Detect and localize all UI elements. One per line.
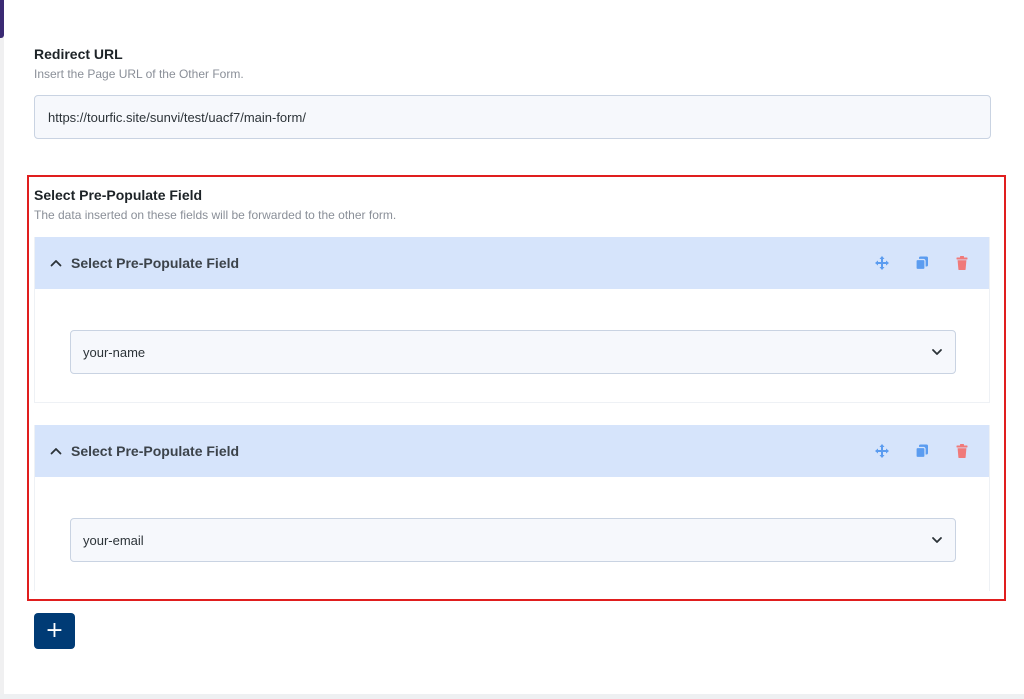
copy-icon[interactable] xyxy=(913,254,931,272)
redirect-url-title: Redirect URL xyxy=(34,46,123,62)
prepopulate-field-select[interactable]: your-email xyxy=(70,518,956,562)
repeater-title: Select Pre-Populate Field xyxy=(71,443,240,459)
prepopulate-description: The data inserted on these fields will b… xyxy=(34,208,397,222)
left-accent xyxy=(0,0,4,38)
prepopulate-field-select[interactable]: your-name xyxy=(70,330,956,374)
left-edge xyxy=(0,0,4,699)
copy-icon[interactable] xyxy=(913,442,931,460)
repeater-header[interactable]: Select Pre-Populate Field xyxy=(35,237,989,289)
repeater-title: Select Pre-Populate Field xyxy=(71,255,240,271)
move-arrows-icon[interactable] xyxy=(873,442,891,460)
redirect-url-description: Insert the Page URL of the Other Form. xyxy=(34,67,244,81)
trash-icon[interactable] xyxy=(953,442,971,460)
chevron-up-icon[interactable] xyxy=(49,444,63,458)
move-arrows-icon[interactable] xyxy=(873,254,891,272)
bottom-edge xyxy=(0,694,1024,699)
select-value: your-email xyxy=(83,532,144,548)
repeater-item: Select Pre-Populate Field xyxy=(34,237,990,403)
repeater-header[interactable]: Select Pre-Populate Field xyxy=(35,425,989,477)
chevron-up-icon[interactable] xyxy=(49,256,63,270)
add-field-button[interactable]: + xyxy=(34,613,75,649)
chevron-down-icon xyxy=(932,537,942,543)
redirect-url-input[interactable] xyxy=(34,95,991,139)
repeater-body: your-email xyxy=(35,477,989,590)
prepopulate-title: Select Pre-Populate Field xyxy=(34,187,203,203)
chevron-down-icon xyxy=(932,349,942,355)
select-value: your-name xyxy=(83,344,146,360)
trash-icon[interactable] xyxy=(953,254,971,272)
repeater-item: Select Pre-Populate Field xyxy=(34,425,990,591)
repeater-body: your-name xyxy=(35,289,989,402)
